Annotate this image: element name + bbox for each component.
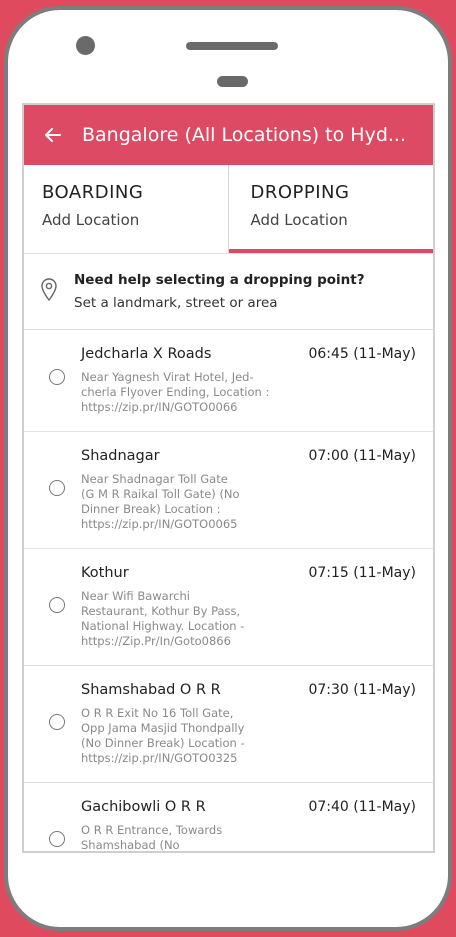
radio-button[interactable] bbox=[49, 597, 65, 613]
stop-description-line: (No Dinner Break) Location - bbox=[81, 736, 245, 750]
radio-button[interactable] bbox=[49, 831, 65, 847]
dropping-point-item[interactable]: Shadnagar 07:00 (11-May) Near Shadnagar To… bbox=[24, 432, 433, 549]
app-header: Bangalore (All Locations) to Hyd... bbox=[24, 105, 433, 165]
point-tabs: BOARDING Add Location DROPPING Add Locat… bbox=[24, 165, 433, 254]
help-banner[interactable]: Need help selecting a dropping point? Se… bbox=[24, 254, 433, 330]
radio-button[interactable] bbox=[49, 714, 65, 730]
stop-description-line: Restaurant, Kothur By Pass, bbox=[81, 604, 241, 618]
stop-description-line: O R R Entrance, Towards bbox=[81, 823, 223, 837]
help-subtitle: Set a landmark, street or area bbox=[74, 295, 278, 311]
dropping-point-list: Jedcharla X Roads 06:45 (11-May) Near Yagn… bbox=[24, 330, 433, 852]
stop-description: O R R Entrance, Towards Shamshabad (No bbox=[81, 823, 291, 852]
arrow-left-icon[interactable] bbox=[24, 123, 82, 147]
app-screen: Bangalore (All Locations) to Hyd... BOAR… bbox=[22, 103, 435, 853]
radio-button[interactable] bbox=[49, 369, 65, 385]
stop-description-line: Dinner Break) Location : bbox=[81, 502, 221, 516]
tab-boarding[interactable]: BOARDING Add Location bbox=[24, 165, 229, 253]
tab-boarding-title: BOARDING bbox=[42, 182, 144, 203]
stop-description-line: Near Wifi Bawarchi bbox=[81, 589, 190, 603]
dropping-point-item[interactable]: Shamshabad O R R 07:30 (11-May) O R R Exit… bbox=[24, 666, 433, 783]
stop-description-line: (G M R Raikal Toll Gate) (No bbox=[81, 487, 240, 501]
stop-description-line: https://zip.pr/IN/GOTO0065 bbox=[81, 517, 238, 531]
stop-name: Shadnagar bbox=[81, 448, 160, 464]
speaker-grille bbox=[186, 42, 278, 50]
tab-dropping[interactable]: DROPPING Add Location bbox=[228, 165, 433, 253]
dropping-point-item[interactable]: Jedcharla X Roads 06:45 (11-May) Near Yagn… bbox=[24, 330, 433, 432]
dropping-point-item[interactable]: Kothur 07:15 (11-May) Near Wifi Bawarchi Re… bbox=[24, 549, 433, 666]
stop-name: Kothur bbox=[81, 565, 129, 581]
dropping-point-item[interactable]: Gachibowli O R R 07:40 (11-May) O R R Entr… bbox=[24, 783, 433, 852]
stop-time: 06:45 (11-May) bbox=[308, 346, 416, 362]
stop-description: Near Shadnagar Toll Gate (G M R Raikal To… bbox=[81, 472, 291, 532]
active-tab-indicator bbox=[228, 249, 433, 253]
stop-description-line: Near Yagnesh Virat Hotel, Jed- bbox=[81, 370, 254, 384]
stop-name: Shamshabad O R R bbox=[81, 682, 221, 698]
help-title: Need help selecting a dropping point? bbox=[74, 272, 365, 288]
map-pin-icon bbox=[24, 254, 74, 302]
radio-button[interactable] bbox=[49, 480, 65, 496]
stop-description-line: https://zip.pr/IN/GOTO0325 bbox=[81, 751, 238, 765]
tab-dropping-sub: Add Location bbox=[250, 211, 348, 229]
stop-time: 07:40 (11-May) bbox=[308, 799, 416, 815]
stop-description-line: Opp Jama Masjid Thondpally bbox=[81, 721, 245, 735]
stop-name: Gachibowli O R R bbox=[81, 799, 206, 815]
stop-name: Jedcharla X Roads bbox=[81, 346, 212, 362]
tab-boarding-sub: Add Location bbox=[42, 211, 140, 229]
sensor bbox=[217, 76, 248, 87]
stop-time: 07:00 (11-May) bbox=[308, 448, 416, 464]
stop-description-line: cherla Flyover Ending, Location : bbox=[81, 385, 270, 399]
stop-description-line: National Highway. Location - bbox=[81, 619, 245, 633]
stop-description-line: https://Zip.Pr/In/Goto0866 bbox=[81, 634, 231, 648]
stop-time: 07:30 (11-May) bbox=[308, 682, 416, 698]
stop-description: Near Wifi Bawarchi Restaurant, Kothur By … bbox=[81, 589, 291, 649]
camera-icon bbox=[76, 36, 95, 55]
stop-time: 07:15 (11-May) bbox=[308, 565, 416, 581]
stop-description-line: https://zip.pr/IN/GOTO0066 bbox=[81, 400, 238, 414]
stop-description-line: Near Shadnagar Toll Gate bbox=[81, 472, 228, 486]
stop-description: O R R Exit No 16 Toll Gate, Opp Jama Masj… bbox=[81, 706, 291, 766]
tab-dropping-title: DROPPING bbox=[250, 182, 350, 203]
stop-description: Near Yagnesh Virat Hotel, Jed-cherla Fly… bbox=[81, 370, 291, 415]
stop-description-line: Shamshabad (No bbox=[81, 838, 180, 852]
route-title: Bangalore (All Locations) to Hyd... bbox=[82, 124, 406, 146]
stop-description-line: O R R Exit No 16 Toll Gate, bbox=[81, 706, 234, 720]
